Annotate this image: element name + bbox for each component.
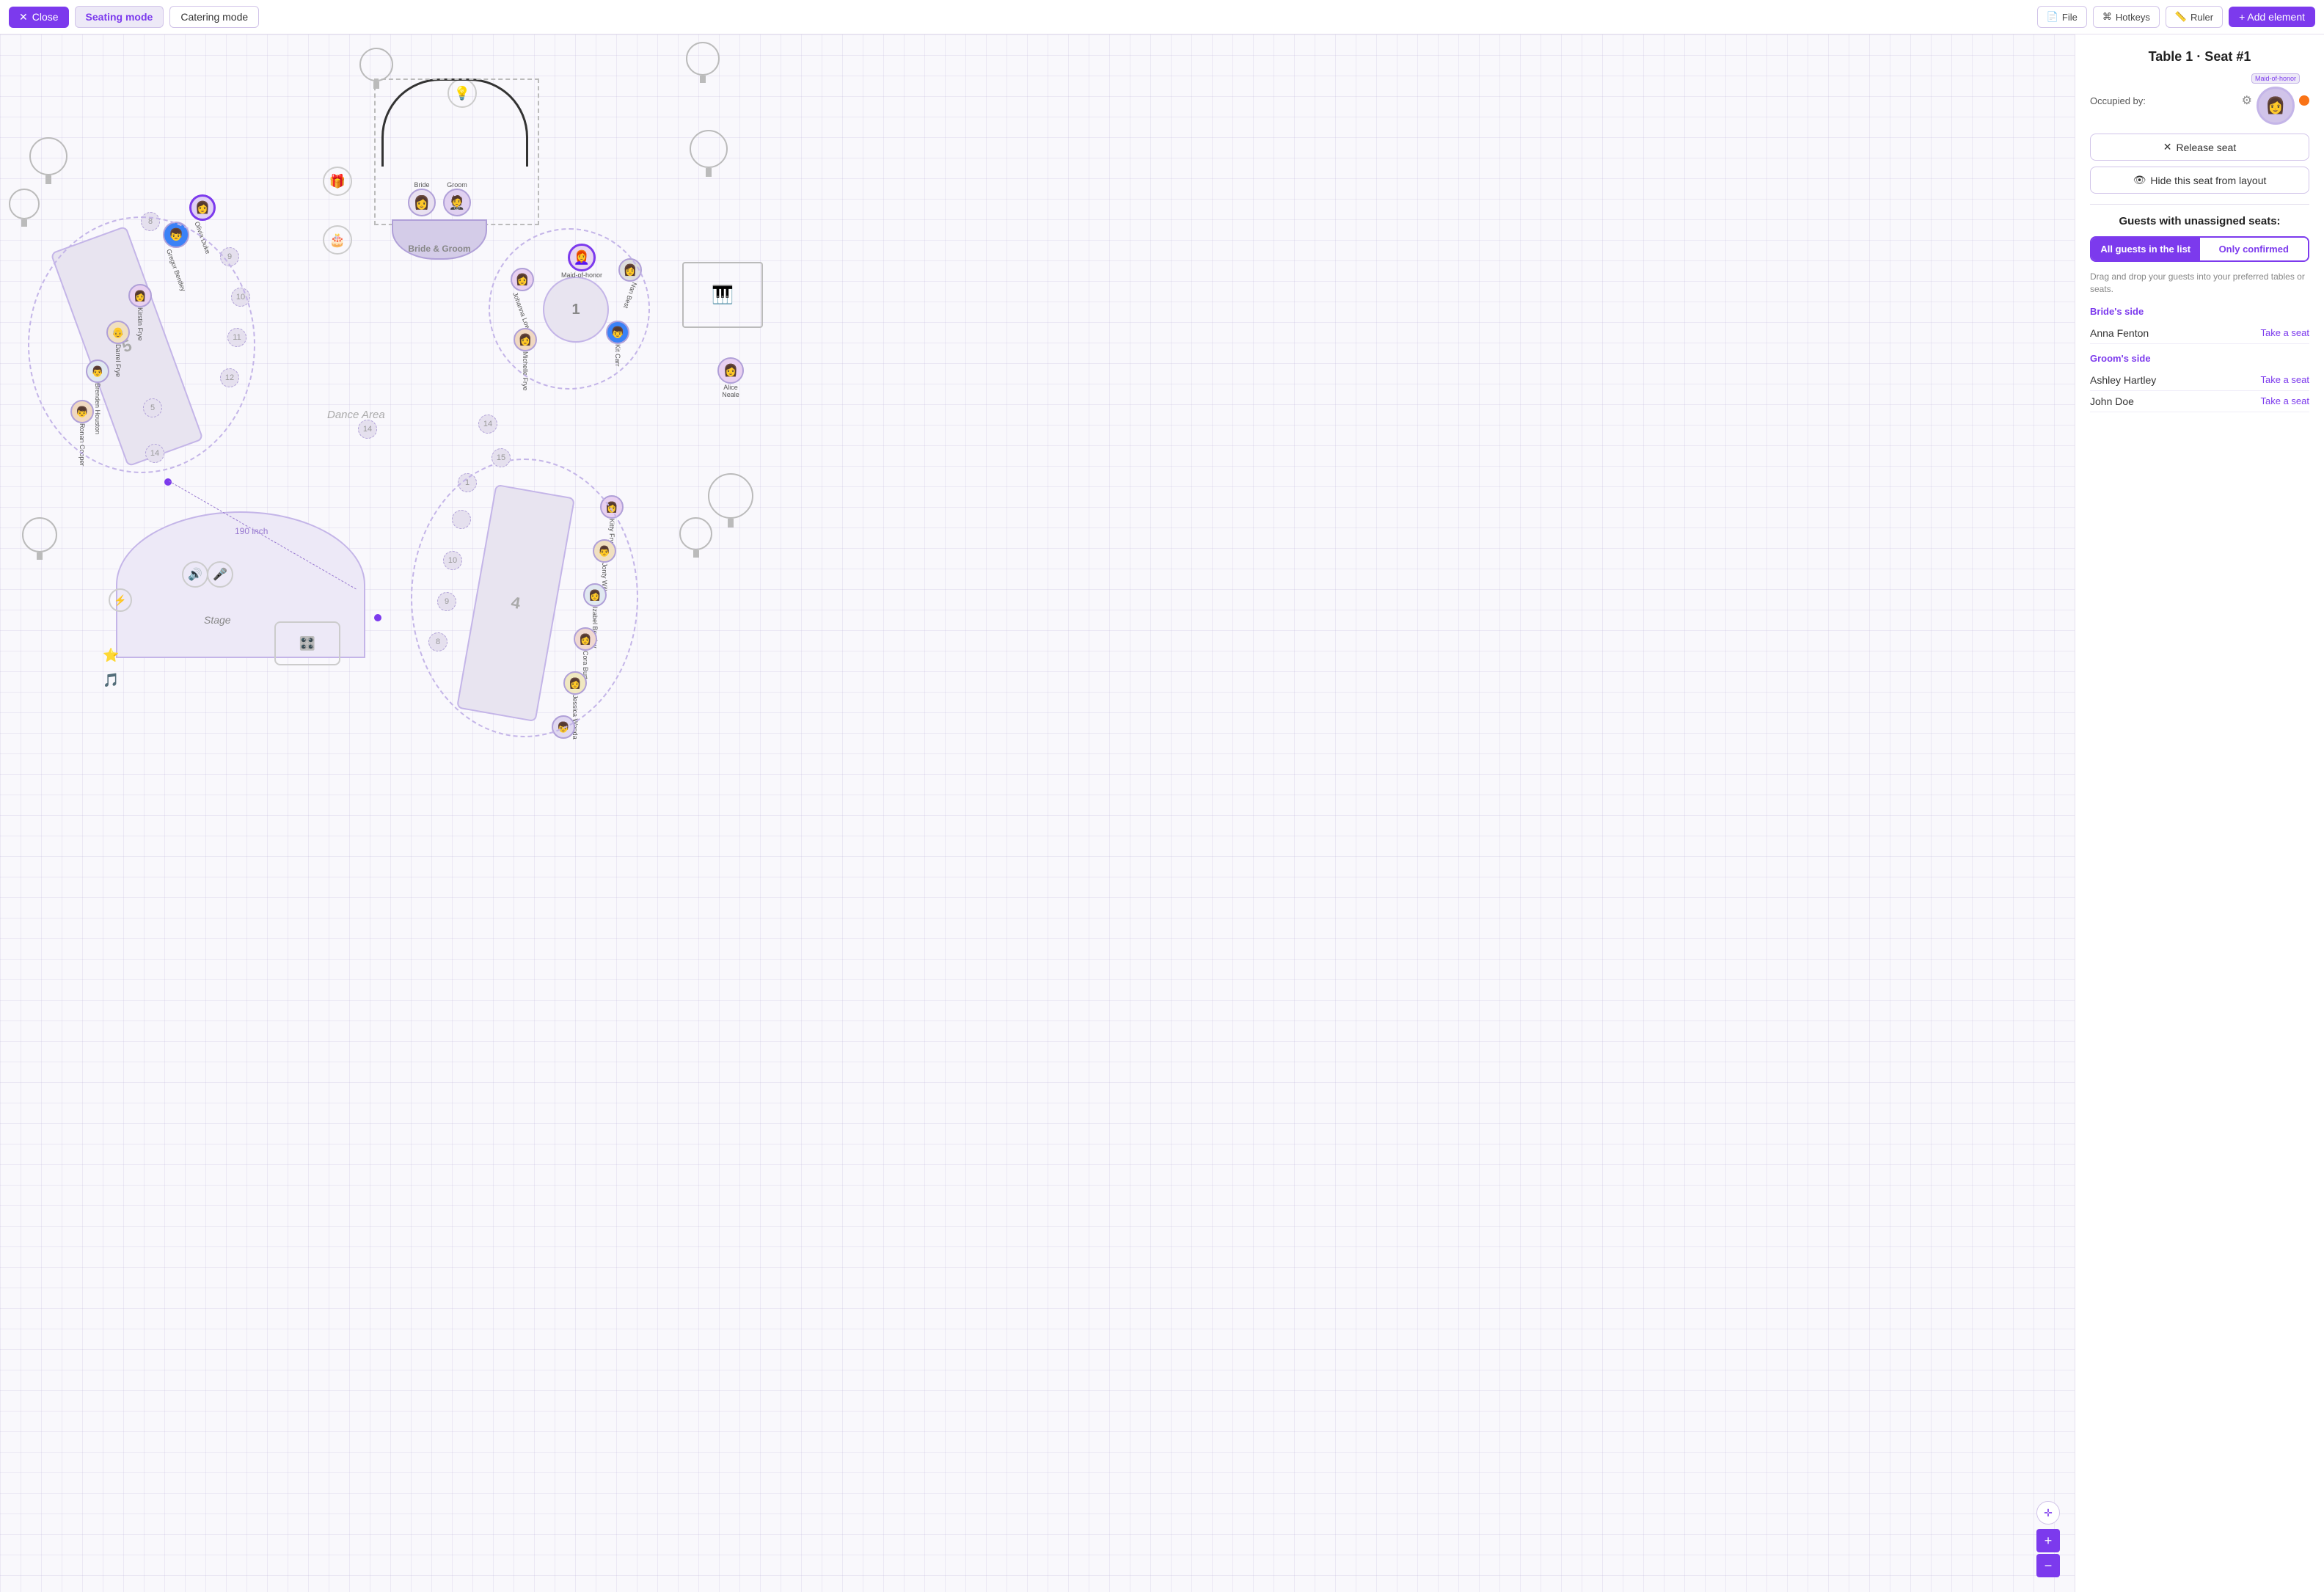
compass-button[interactable]: ✛ [2036, 1501, 2060, 1525]
tree-left-bottom [22, 517, 57, 560]
occupied-label: Occupied by: [2090, 95, 2146, 106]
add-element-button[interactable]: + Add element [2229, 7, 2315, 27]
seating-mode-button[interactable]: Seating mode [75, 6, 164, 28]
x-icon: ✕ [2163, 141, 2172, 153]
stage-label: Stage [204, 614, 231, 626]
all-guests-toggle[interactable]: All guests in the list [2091, 238, 2200, 260]
guest-name-ashley: Ashley Hartley [2090, 374, 2156, 386]
main-layout: 🎁 🎂 💡 Bride 👩 Groom 🤵 [0, 34, 2324, 1592]
tree-right-1 [690, 130, 728, 177]
close-button[interactable]: ✕ Close [9, 7, 69, 28]
occupied-section: Occupied by: ⚙ Maid-of-honor 👩 [2090, 76, 2309, 125]
canvas[interactable]: 🎁 🎂 💡 Bride 👩 Groom 🤵 [0, 34, 2075, 1592]
bride-groom-table: Bride 👩 Groom 🤵 Bride & Groom [392, 181, 487, 260]
stage-star-icon: ⭐ [103, 648, 119, 663]
zoom-out-button[interactable]: − [2036, 1554, 2060, 1577]
take-seat-anna[interactable]: Take a seat [2261, 327, 2310, 338]
guest-row-anna-fenton: Anna Fenton Take a seat [2090, 323, 2309, 344]
catering-mode-label: Catering mode [180, 11, 248, 23]
hint-text: Drag and drop your guests into your pref… [2090, 271, 2309, 296]
file-label: File [2062, 12, 2078, 23]
hide-seat-label: Hide this seat from layout [2150, 175, 2266, 186]
occupied-avatar-area: ⚙ Maid-of-honor 👩 [2242, 76, 2309, 125]
close-icon: ✕ [19, 11, 28, 23]
zoom-in-button[interactable]: + [2036, 1529, 2060, 1552]
hotkeys-button[interactable]: ⌘ Hotkeys [2093, 6, 2160, 28]
file-button[interactable]: 📄 File [2037, 6, 2087, 28]
stage-misc-icon: 🎵 [103, 673, 119, 688]
guest-filter-toggle: All guests in the list Only confirmed [2090, 236, 2309, 262]
hotkeys-label: Hotkeys [2116, 12, 2150, 23]
catering-mode-button[interactable]: Catering mode [169, 6, 259, 28]
tree-left-2 [9, 189, 40, 227]
guest-row-ashley-hartley: Ashley Hartley Take a seat [2090, 370, 2309, 391]
avatar: 👩 [2257, 87, 2295, 125]
tree-right-2 [708, 473, 753, 527]
empty-seat-14-mid: 14 [358, 420, 377, 439]
empty-seat-15: 15 [492, 448, 511, 467]
dashed-circle-table1 [489, 228, 650, 390]
stage-speaker-icon: 🔊 [182, 561, 208, 588]
ruler-icon: 📏 [2175, 11, 2187, 23]
divider [2090, 204, 2309, 205]
add-element-label: + Add element [2239, 11, 2305, 23]
eye-icon: 👁 [2133, 174, 2146, 186]
ruler-button[interactable]: 📏 Ruler [2166, 6, 2223, 28]
close-label: Close [32, 11, 59, 23]
release-seat-label: Release seat [2177, 142, 2237, 153]
tree-right-3 [679, 517, 712, 558]
file-icon: 📄 [2047, 11, 2058, 23]
measure-label: 190 inch [235, 525, 268, 538]
sidebar-title: Table 1 · Seat #1 [2090, 49, 2309, 65]
tree-left-1 [29, 137, 67, 184]
piano-element: 🎹 [682, 262, 763, 328]
seating-mode-label: Seating mode [86, 11, 153, 23]
hide-seat-button[interactable]: 👁 Hide this seat from layout [2090, 167, 2309, 194]
dj-table-icon: 🎛️ [274, 621, 340, 665]
grooms-side-label: Groom's side [2090, 353, 2309, 364]
brides-side-label: Bride's side [2090, 306, 2309, 317]
release-seat-button[interactable]: ✕ Release seat [2090, 134, 2309, 161]
guest-name-john: John Doe [2090, 395, 2134, 407]
cake-icon-canvas: 🎂 [323, 225, 352, 255]
stage-mic-icon: 🎤 [207, 561, 233, 588]
avatar-badge: Maid-of-honor [2251, 73, 2300, 84]
seat-alice-neale[interactable]: 👩 AliceNeale [717, 357, 744, 398]
confirmed-only-toggle[interactable]: Only confirmed [2200, 238, 2309, 260]
take-seat-john[interactable]: Take a seat [2261, 395, 2310, 406]
empty-seat-14-right: 14 [478, 415, 497, 434]
topbar: ✕ Close Seating mode Catering mode 📄 Fil… [0, 0, 2324, 34]
gift-icon-canvas: 🎁 [323, 167, 352, 196]
gear-icon[interactable]: ⚙ [2242, 93, 2252, 108]
dashed-circle-table5 [28, 216, 255, 473]
guest-name: Anna Fenton [2090, 327, 2149, 339]
ruler-label: Ruler [2190, 12, 2213, 23]
take-seat-ashley[interactable]: Take a seat [2261, 374, 2310, 385]
tree-top-right [686, 42, 720, 83]
guests-title: Guests with unassigned seats: [2090, 215, 2309, 227]
sidebar: Table 1 · Seat #1 Occupied by: ⚙ Maid-of… [2075, 34, 2324, 1592]
hotkeys-icon: ⌘ [2102, 11, 2112, 23]
guest-row-john-doe: John Doe Take a seat [2090, 391, 2309, 412]
orange-dot [2299, 95, 2309, 106]
dashed-circle-table4 [411, 459, 638, 737]
stage-power-icon: ⚡ [109, 588, 132, 612]
zoom-controls: ✛ + − [2036, 1501, 2060, 1577]
